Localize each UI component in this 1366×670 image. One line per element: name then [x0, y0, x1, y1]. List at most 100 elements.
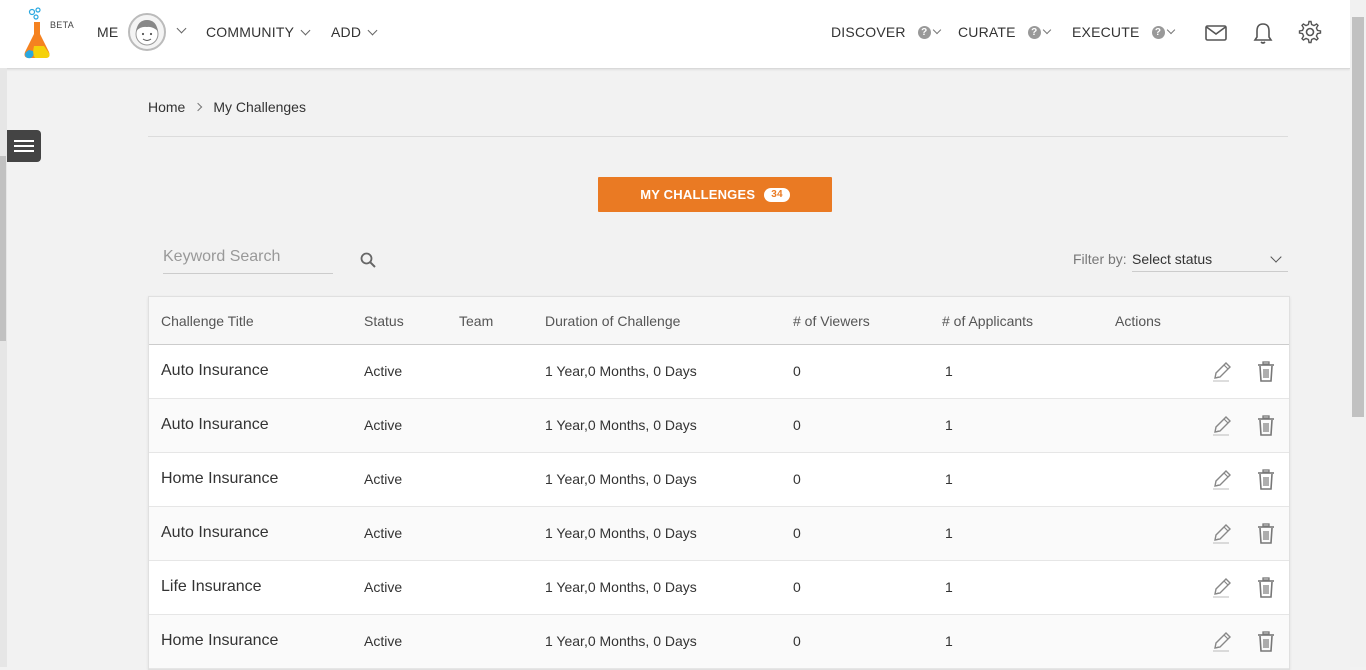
- challenge-viewers: 0: [793, 471, 801, 487]
- divider: [148, 136, 1288, 137]
- pencil-icon[interactable]: [1210, 630, 1232, 654]
- challenge-status: Active: [364, 525, 403, 541]
- pencil-icon[interactable]: [1210, 576, 1232, 600]
- chevron-down-icon: [367, 25, 378, 35]
- status-filter-value: Select status: [1132, 251, 1213, 267]
- challenge-duration: 1 Year,0 Months, 0 Days: [545, 633, 697, 649]
- chevron-right-icon: [194, 102, 203, 112]
- chevron-down-icon: [932, 25, 941, 35]
- table-row[interactable]: Auto Insurance Active 1 Year,0 Months, 0 D…: [149, 345, 1289, 399]
- col-duration[interactable]: Duration of Challenge: [545, 313, 680, 329]
- status-filter-select[interactable]: Select status: [1132, 246, 1288, 272]
- chevron-down-icon: [1166, 25, 1175, 35]
- vertical-scrollbar[interactable]: [1350, 0, 1366, 667]
- nav-discover-label: DISCOVER: [831, 24, 906, 40]
- beta-label: BETA: [50, 20, 75, 30]
- pencil-icon[interactable]: [1210, 522, 1232, 546]
- breadcrumb: Home My Challenges: [148, 99, 306, 115]
- nav-execute-label: EXECUTE: [1072, 24, 1140, 40]
- challenge-title[interactable]: Home Insurance: [161, 470, 278, 488]
- breadcrumb-home[interactable]: Home: [148, 99, 185, 115]
- trash-icon[interactable]: [1255, 630, 1277, 654]
- challenge-duration: 1 Year,0 Months, 0 Days: [545, 363, 697, 379]
- avatar[interactable]: [128, 13, 166, 51]
- help-icon[interactable]: ?: [1027, 25, 1041, 39]
- challenge-duration: 1 Year,0 Months, 0 Days: [545, 579, 697, 595]
- challenge-viewers: 0: [793, 525, 801, 541]
- challenge-applicants: 1: [945, 525, 953, 541]
- challenge-title[interactable]: Home Insurance: [161, 632, 278, 650]
- trash-icon[interactable]: [1255, 360, 1277, 384]
- nav-community-label: COMMUNITY: [206, 24, 295, 40]
- table-row[interactable]: Auto Insurance Active 1 Year,0 Months, 0 D…: [149, 507, 1289, 561]
- table-row[interactable]: Auto Insurance Active 1 Year,0 Months, 0 D…: [149, 399, 1289, 453]
- table-body: Auto Insurance Active 1 Year,0 Months, 0 D…: [149, 345, 1289, 669]
- nav-execute[interactable]: EXECUTE ?: [1072, 24, 1175, 40]
- challenge-applicants: 1: [945, 363, 953, 379]
- chevron-down-icon: [1042, 25, 1051, 35]
- challenge-status: Active: [364, 579, 403, 595]
- nav-community[interactable]: COMMUNITY: [206, 24, 311, 40]
- trash-icon[interactable]: [1255, 414, 1277, 438]
- nav-add[interactable]: ADD: [331, 24, 378, 40]
- search-field: [163, 245, 333, 274]
- me-chevron-down-icon[interactable]: [176, 23, 187, 34]
- nav-curate[interactable]: CURATE ?: [958, 24, 1051, 40]
- top-navigation-bar: BETA ME COMMUNITY ADD DISCOVER ? CURATE …: [0, 0, 1350, 69]
- challenge-applicants: 1: [945, 417, 953, 433]
- my-challenges-button[interactable]: MY CHALLENGES 34: [598, 177, 832, 212]
- challenge-count-badge: 34: [764, 187, 790, 202]
- bell-icon[interactable]: [1250, 20, 1276, 46]
- table-row[interactable]: Life Insurance Active 1 Year,0 Months, 0 D…: [149, 561, 1289, 615]
- col-challenge-title[interactable]: Challenge Title: [161, 313, 254, 329]
- trash-icon[interactable]: [1255, 468, 1277, 492]
- trash-icon[interactable]: [1255, 576, 1277, 600]
- pencil-icon[interactable]: [1210, 468, 1232, 492]
- challenge-title[interactable]: Auto Insurance: [161, 416, 269, 434]
- challenge-status: Active: [364, 417, 403, 433]
- pencil-icon[interactable]: [1210, 414, 1232, 438]
- challenge-viewers: 0: [793, 633, 801, 649]
- table-header: Challenge Title Status Team Duration of …: [149, 297, 1289, 345]
- table-row[interactable]: Home Insurance Active 1 Year,0 Months, 0 D…: [149, 453, 1289, 507]
- challenge-duration: 1 Year,0 Months, 0 Days: [545, 417, 697, 433]
- hamburger-icon[interactable]: [7, 130, 41, 162]
- scrollbar-thumb[interactable]: [1352, 17, 1364, 417]
- col-viewers[interactable]: # of Viewers: [793, 313, 870, 329]
- flask-logo-icon[interactable]: [18, 6, 78, 62]
- challenge-duration: 1 Year,0 Months, 0 Days: [545, 525, 697, 541]
- pencil-icon[interactable]: [1210, 360, 1232, 384]
- chevron-down-icon: [1270, 251, 1282, 263]
- help-icon[interactable]: ?: [1151, 25, 1165, 39]
- breadcrumb-current: My Challenges: [213, 99, 306, 115]
- challenge-viewers: 0: [793, 363, 801, 379]
- sidebar-scrollbar[interactable]: [0, 68, 7, 667]
- table-row[interactable]: Home Insurance Active 1 Year,0 Months, 0 D…: [149, 615, 1289, 669]
- my-challenges-label: MY CHALLENGES: [640, 187, 756, 202]
- search-icon[interactable]: [359, 251, 377, 269]
- col-status[interactable]: Status: [364, 313, 404, 329]
- challenge-applicants: 1: [945, 633, 953, 649]
- keyword-search-input[interactable]: [163, 245, 333, 269]
- col-actions: Actions: [1115, 313, 1161, 329]
- mail-icon[interactable]: [1203, 20, 1229, 46]
- nav-discover[interactable]: DISCOVER ?: [831, 24, 941, 40]
- challenge-applicants: 1: [945, 471, 953, 487]
- challenge-title[interactable]: Auto Insurance: [161, 524, 269, 542]
- challenge-title[interactable]: Auto Insurance: [161, 362, 269, 380]
- nav-me-label: ME: [97, 24, 119, 40]
- trash-icon[interactable]: [1255, 522, 1277, 546]
- sidebar-scrollbar-thumb[interactable]: [0, 156, 6, 341]
- challenge-status: Active: [364, 471, 403, 487]
- help-icon[interactable]: ?: [917, 25, 931, 39]
- nav-me[interactable]: ME: [97, 24, 118, 40]
- nav-add-label: ADD: [331, 24, 362, 40]
- challenge-applicants: 1: [945, 579, 953, 595]
- challenge-status: Active: [364, 633, 403, 649]
- chevron-down-icon: [300, 25, 311, 35]
- challenge-title[interactable]: Life Insurance: [161, 578, 262, 596]
- challenge-duration: 1 Year,0 Months, 0 Days: [545, 471, 697, 487]
- col-team[interactable]: Team: [459, 313, 493, 329]
- col-applicants[interactable]: # of Applicants: [942, 313, 1033, 329]
- gear-icon[interactable]: [1298, 20, 1324, 46]
